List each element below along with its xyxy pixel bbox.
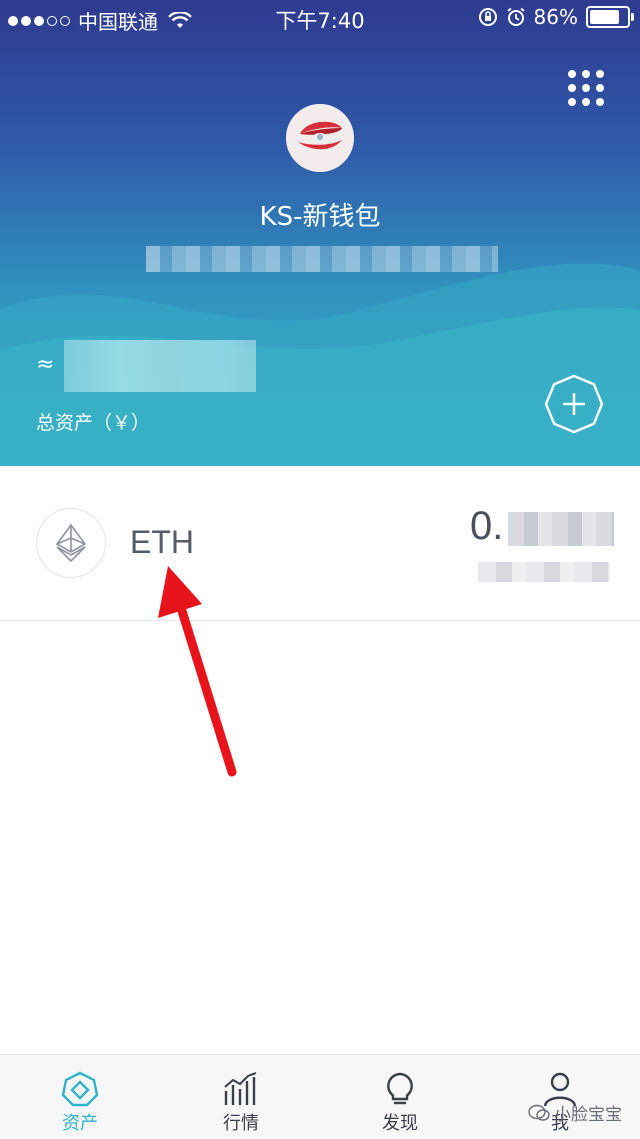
wallet-name[interactable]: KS-新钱包 <box>0 196 640 233</box>
tab-discover[interactable]: 发现 <box>340 1055 460 1139</box>
tab-market-label: 行情 <box>223 1113 259 1134</box>
tab-discover-label: 发现 <box>382 1113 418 1134</box>
battery-icon <box>586 6 634 28</box>
wallet-header: 中国联通 下午7:40 86% KS-新钱包 ≈ 总资产（￥） <box>0 0 640 466</box>
asset-amount-redacted <box>508 512 614 546</box>
tab-me[interactable]: 我 <box>500 1055 620 1139</box>
add-asset-button[interactable] <box>544 374 604 434</box>
tab-market[interactable]: 行情 <box>181 1055 301 1139</box>
asset-value-redacted <box>478 562 610 582</box>
asset-symbol: ETH <box>130 524 194 560</box>
rotation-lock-icon <box>478 8 497 26</box>
bottom-tab-bar: 资产 行情 发现 我 <box>0 1054 640 1139</box>
ethereum-icon <box>55 523 87 563</box>
chart-bars-icon <box>224 1072 257 1105</box>
tab-assets-label: 资产 <box>62 1113 98 1134</box>
oyster-avatar-icon <box>286 104 354 172</box>
grid-menu-button[interactable] <box>568 70 604 106</box>
tab-assets[interactable]: 资产 <box>20 1055 140 1139</box>
wallet-avatar[interactable] <box>286 104 354 172</box>
lightbulb-icon <box>387 1072 413 1105</box>
asset-row-eth[interactable]: ETH 0. <box>0 466 640 621</box>
total-balance-redacted <box>64 340 256 392</box>
asset-amount: 0. <box>470 504 504 548</box>
eth-coin-icon <box>36 508 106 578</box>
wallet-address-redacted[interactable] <box>146 246 498 272</box>
status-bar: 中国联通 下午7:40 86% <box>0 0 640 36</box>
watermark: 小脸宝宝 <box>528 1100 622 1125</box>
total-assets-label: 总资产（￥） <box>36 412 151 434</box>
approx-symbol: ≈ <box>36 352 55 377</box>
battery-percent: 86% <box>533 5 578 29</box>
wechat-icon <box>528 1104 550 1121</box>
alarm-icon <box>506 7 525 26</box>
diamond-icon <box>61 1071 99 1107</box>
watermark-text: 小脸宝宝 <box>554 1105 622 1125</box>
